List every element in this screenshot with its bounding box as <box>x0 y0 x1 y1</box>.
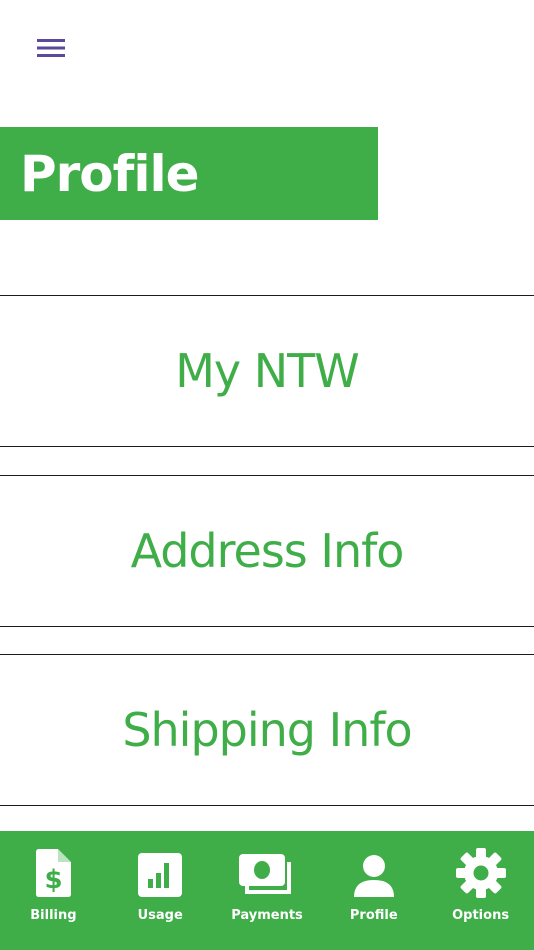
tab-profile[interactable]: Profile <box>320 831 427 950</box>
tab-label: Billing <box>30 908 77 923</box>
menu-item-label: Address Info <box>130 524 405 578</box>
menu-item-address-info[interactable]: Address Info <box>0 475 534 627</box>
tab-usage[interactable]: Usage <box>107 831 214 950</box>
page-title-banner: Profile <box>0 127 378 220</box>
tab-label: Payments <box>231 908 303 923</box>
hamburger-icon <box>37 39 65 57</box>
payments-icon <box>238 848 295 898</box>
menu-item-label: Shipping Info <box>122 703 412 757</box>
menu-item-label: My NTW <box>175 344 360 398</box>
profile-icon <box>346 848 402 898</box>
hamburger-menu-button[interactable] <box>30 32 72 64</box>
menu-item-shipping-info[interactable]: Shipping Info <box>0 654 534 806</box>
bottom-tab-bar: $ Billing Usage Payments Profile Options <box>0 831 534 950</box>
menu-item-my-ntw[interactable]: My NTW <box>0 295 534 447</box>
gear-icon <box>453 848 509 898</box>
page-title: Profile <box>20 144 200 203</box>
tab-billing[interactable]: $ Billing <box>0 831 107 950</box>
tab-label: Profile <box>349 908 398 923</box>
tab-label: Options <box>452 908 510 923</box>
usage-icon <box>132 848 188 898</box>
billing-icon: $ <box>25 848 81 898</box>
tab-options[interactable]: Options <box>427 831 534 950</box>
tab-label: Usage <box>137 908 183 923</box>
svg-text:$: $ <box>45 865 63 895</box>
tab-payments[interactable]: Payments <box>214 831 321 950</box>
